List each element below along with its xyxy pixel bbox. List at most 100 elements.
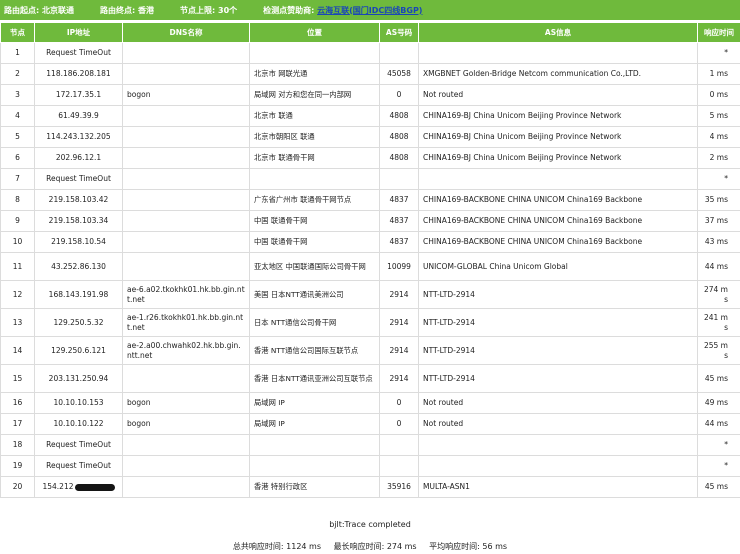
ip-cell: 219.158.103.34 — [34, 210, 123, 232]
ip-cell: 203.131.250.94 — [34, 364, 123, 393]
time-cell: 37 ms — [697, 210, 740, 232]
asn-cell: 2914 — [379, 336, 419, 365]
table-row: 7 Request TimeOut * — [0, 168, 740, 190]
col-header-asn: AS号码 — [379, 22, 419, 43]
dns-cell — [122, 455, 250, 477]
table-header-row: 节点 IP地址 DNS名称 位置 AS号码 AS信息 响应时间 — [0, 22, 740, 43]
asinfo-cell: XMGBNET Golden-Bridge Netcom communicati… — [418, 63, 698, 85]
sponsor-name-link[interactable]: 云海互联 — [317, 6, 349, 15]
asinfo-cell: CHINA169-BJ China Unicom Beijing Provinc… — [418, 105, 698, 127]
ip-cell: 61.49.39.9 — [34, 105, 123, 127]
hop-cell: 16 — [0, 392, 35, 414]
dns-cell — [122, 63, 250, 85]
hop-cell: 17 — [0, 413, 35, 435]
table-row: 15 203.131.250.94 香港 日本NTT通讯亚洲公司互联节点 2914 NT… — [0, 364, 740, 393]
time-cell: 43 ms — [697, 231, 740, 253]
hop-limit-value: 30个 — [218, 5, 238, 15]
ip-cell: 219.158.103.42 — [34, 189, 123, 211]
ip-cell: 202.96.12.1 — [34, 147, 123, 169]
ip-cell: 154.212 — [34, 476, 123, 498]
location-cell: 局域网 IP — [249, 392, 380, 414]
col-header-asinfo: AS信息 — [418, 22, 698, 43]
table-row: 3 172.17.35.1 bogon 局域网 对方和您在同一内部网 0 Not rout… — [0, 84, 740, 106]
avg-time-value: 56 ms — [482, 542, 508, 551]
asn-cell: 4837 — [379, 189, 419, 211]
table-row: 17 10.10.10.122 bogon 局域网 IP 0 Not routed 44 m… — [0, 413, 740, 435]
max-time-value: 274 ms — [386, 542, 417, 551]
ip-partial: 154.212 — [42, 482, 74, 491]
location-cell — [249, 434, 380, 456]
location-cell: 局域网 对方和您在同一内部网 — [249, 84, 380, 106]
hop-cell: 19 — [0, 455, 35, 477]
ip-cell: 172.17.35.1 — [34, 84, 123, 106]
asn-cell: 0 — [379, 413, 419, 435]
table-row: 4 61.49.39.9 北京市 联通 4808 CHINA169-BJ China U… — [0, 105, 740, 127]
dns-cell: bogon — [122, 392, 250, 414]
time-cell: * — [697, 42, 740, 64]
location-cell: 中国 联通骨干网 — [249, 231, 380, 253]
asinfo-cell: CHINA169-BJ China Unicom Beijing Provinc… — [418, 126, 698, 148]
ip-cell: 129.250.5.32 — [34, 308, 123, 337]
timing-summary: 总共响应时间: 1124 ms 最长响应时间: 274 ms 平均响应时间: 5… — [0, 541, 740, 552]
dns-cell: bogon — [122, 84, 250, 106]
time-cell: 4 ms — [697, 126, 740, 148]
route-start-label: 路由起点: — [4, 5, 40, 15]
col-header-dns: DNS名称 — [122, 22, 250, 43]
asn-cell: 4808 — [379, 126, 419, 148]
table-row: 8 219.158.103.42 广东省广州市 联通骨干网节点 4837 CHINA16… — [0, 189, 740, 211]
dns-cell: ae-1.r26.tkokhk01.hk.bb.gin.ntt.net — [122, 308, 250, 337]
asn-cell — [379, 168, 419, 190]
location-cell — [249, 168, 380, 190]
asinfo-cell — [418, 455, 698, 477]
asinfo-cell: NTT-LTD-2914 — [418, 280, 698, 309]
dns-cell — [122, 42, 250, 64]
traceroute-table: 节点 IP地址 DNS名称 位置 AS号码 AS信息 响应时间 1 Request… — [0, 22, 740, 498]
table-row: 12 168.143.191.98 ae-6.a02.tkokhk01.hk.bb.… — [0, 280, 740, 309]
table-row: 18 Request TimeOut * — [0, 434, 740, 456]
location-cell: 北京市朝阳区 联通 — [249, 126, 380, 148]
location-cell: 美国 日本NTT通讯美洲公司 — [249, 280, 380, 309]
ip-cell: 10.10.10.122 — [34, 413, 123, 435]
hop-cell: 6 — [0, 147, 35, 169]
route-end-value: 香港 — [138, 5, 154, 15]
sponsor-detail-link[interactable]: (国门IDC四线BGP) — [349, 6, 422, 15]
hop-cell: 4 — [0, 105, 35, 127]
time-cell: 44 ms — [697, 252, 740, 281]
hop-limit: 节点上限: 30个 — [180, 5, 237, 16]
route-end: 路由终点: 香港 — [100, 5, 154, 16]
asinfo-cell: NTT-LTD-2914 — [418, 364, 698, 393]
time-cell: 49 ms — [697, 392, 740, 414]
asn-cell: 10099 — [379, 252, 419, 281]
asn-cell: 4808 — [379, 147, 419, 169]
asinfo-cell: CHINA169-BJ China Unicom Beijing Provinc… — [418, 147, 698, 169]
ip-cell: Request TimeOut — [34, 42, 123, 64]
route-start: 路由起点: 北京联通 — [4, 5, 74, 16]
dns-cell — [122, 252, 250, 281]
table-row: 2 118.186.208.181 北京市 网联光通 45058 XMGBNET Gol… — [0, 63, 740, 85]
location-cell — [249, 455, 380, 477]
location-cell: 局域网 IP — [249, 413, 380, 435]
location-cell — [249, 42, 380, 64]
dns-cell — [122, 105, 250, 127]
hop-limit-label: 节点上限: — [180, 5, 216, 15]
asinfo-cell: Not routed — [418, 413, 698, 435]
asinfo-cell: UNICOM-GLOBAL China Unicom Global — [418, 252, 698, 281]
hop-cell: 13 — [0, 308, 35, 337]
col-header-location: 位置 — [249, 22, 380, 43]
hop-cell: 11 — [0, 252, 35, 281]
hop-cell: 10 — [0, 231, 35, 253]
ip-cell: 168.143.191.98 — [34, 280, 123, 309]
total-time-label: 总共响应时间: — [232, 542, 284, 551]
table-row: 13 129.250.5.32 ae-1.r26.tkokhk01.hk.bb.gi… — [0, 308, 740, 337]
avg-time-label: 平均响应时间: — [429, 542, 480, 551]
hop-cell: 2 — [0, 63, 35, 85]
location-cell: 北京市 联通 — [249, 105, 380, 127]
dns-cell — [122, 476, 250, 498]
dns-cell — [122, 210, 250, 232]
asn-cell: 4837 — [379, 231, 419, 253]
table-row: 20 154.212 香港 特别行政区 35916 MULTA-ASN1 45 ms — [0, 476, 740, 498]
ip-cell: Request TimeOut — [34, 434, 123, 456]
location-cell: 日本 NTT通信公司骨干网 — [249, 308, 380, 337]
location-cell: 香港 NTT通信公司国际互联节点 — [249, 336, 380, 365]
dns-cell: ae-6.a02.tkokhk01.hk.bb.gin.ntt.net — [122, 280, 250, 309]
